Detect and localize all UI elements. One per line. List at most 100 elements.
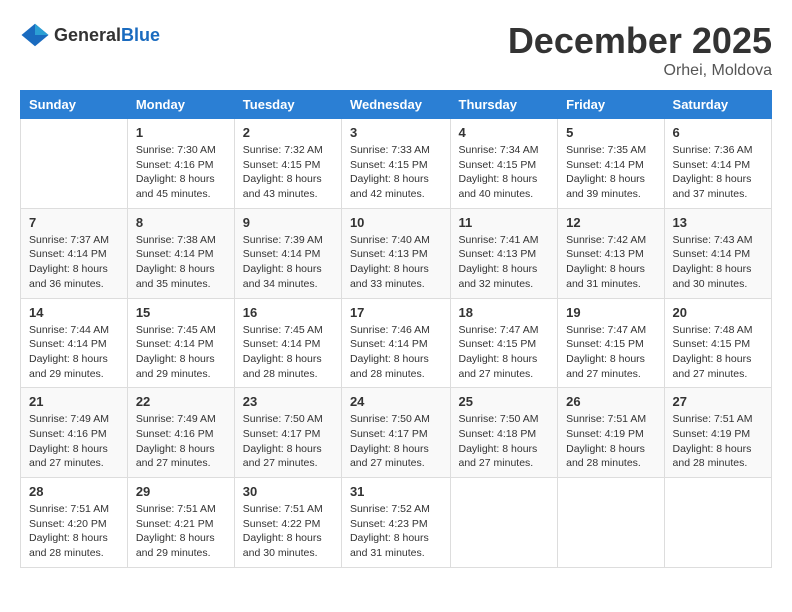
day-number: 16	[243, 305, 333, 320]
day-number: 2	[243, 125, 333, 140]
logo-icon	[20, 20, 50, 50]
calendar-cell: 22 Sunrise: 7:49 AM Sunset: 4:16 PM Dayli…	[127, 388, 234, 478]
day-number: 10	[350, 215, 442, 230]
day-number: 28	[29, 484, 119, 499]
day-number: 15	[136, 305, 226, 320]
day-number: 31	[350, 484, 442, 499]
calendar-cell: 1Sunrise: 7:30 AM Sunset: 4:16 PM Daylig…	[127, 119, 234, 209]
day-info: Sunrise: 7:51 AM Sunset: 4:22 PM Dayligh…	[243, 502, 333, 561]
day-info: Sunrise: 7:44 AM Sunset: 4:14 PM Dayligh…	[29, 323, 119, 382]
calendar-cell: 13 Sunrise: 7:43 AM Sunset: 4:14 PM Dayli…	[664, 208, 771, 298]
day-number: 7	[29, 215, 119, 230]
day-info: Sunrise: 7:48 AM Sunset: 4:15 PM Dayligh…	[673, 323, 763, 382]
day-info: Sunrise: 7:47 AM Sunset: 4:15 PM Dayligh…	[566, 323, 655, 382]
day-info: Sunrise: 7:42 AM Sunset: 4:13 PM Dayligh…	[566, 233, 655, 292]
day-info: Sunrise: 7:36 AM Sunset: 4:14 PM Dayligh…	[673, 143, 763, 202]
logo-text-blue: Blue	[121, 25, 160, 45]
day-info: Sunrise: 7:51 AM Sunset: 4:21 PM Dayligh…	[136, 502, 226, 561]
day-number: 30	[243, 484, 333, 499]
title-section: December 2025 Orhei, Moldova	[508, 20, 772, 80]
calendar-cell: 27 Sunrise: 7:51 AM Sunset: 4:19 PM Dayli…	[664, 388, 771, 478]
calendar-weekday-monday: Monday	[127, 91, 234, 119]
logo: GeneralBlue	[20, 20, 160, 50]
calendar-cell: 20 Sunrise: 7:48 AM Sunset: 4:15 PM Dayli…	[664, 298, 771, 388]
calendar-cell: 4Sunrise: 7:34 AM Sunset: 4:15 PM Daylig…	[450, 119, 558, 209]
day-info: Sunrise: 7:51 AM Sunset: 4:20 PM Dayligh…	[29, 502, 119, 561]
calendar-week-row: 28 Sunrise: 7:51 AM Sunset: 4:20 PM Dayli…	[21, 478, 772, 568]
day-info: Sunrise: 7:32 AM Sunset: 4:15 PM Dayligh…	[243, 143, 333, 202]
day-number: 8	[136, 215, 226, 230]
day-number: 14	[29, 305, 119, 320]
logo-text-general: General	[54, 25, 121, 45]
day-info: Sunrise: 7:52 AM Sunset: 4:23 PM Dayligh…	[350, 502, 442, 561]
calendar-weekday-friday: Friday	[558, 91, 664, 119]
day-number: 4	[459, 125, 550, 140]
calendar-weekday-saturday: Saturday	[664, 91, 771, 119]
calendar-cell: 23 Sunrise: 7:50 AM Sunset: 4:17 PM Dayli…	[234, 388, 341, 478]
calendar-table: SundayMondayTuesdayWednesdayThursdayFrid…	[20, 90, 772, 568]
day-number: 6	[673, 125, 763, 140]
day-info: Sunrise: 7:47 AM Sunset: 4:15 PM Dayligh…	[459, 323, 550, 382]
day-info: Sunrise: 7:39 AM Sunset: 4:14 PM Dayligh…	[243, 233, 333, 292]
calendar-cell: 12Sunrise: 7:42 AM Sunset: 4:13 PM Dayli…	[558, 208, 664, 298]
day-info: Sunrise: 7:51 AM Sunset: 4:19 PM Dayligh…	[673, 412, 763, 471]
day-info: Sunrise: 7:37 AM Sunset: 4:14 PM Dayligh…	[29, 233, 119, 292]
calendar-cell: 16Sunrise: 7:45 AM Sunset: 4:14 PM Dayli…	[234, 298, 341, 388]
calendar-cell: 2 Sunrise: 7:32 AM Sunset: 4:15 PM Daylig…	[234, 119, 341, 209]
day-info: Sunrise: 7:49 AM Sunset: 4:16 PM Dayligh…	[29, 412, 119, 471]
calendar-cell: 6 Sunrise: 7:36 AM Sunset: 4:14 PM Daylig…	[664, 119, 771, 209]
day-info: Sunrise: 7:41 AM Sunset: 4:13 PM Dayligh…	[459, 233, 550, 292]
calendar-cell: 29 Sunrise: 7:51 AM Sunset: 4:21 PM Dayli…	[127, 478, 234, 568]
month-title: December 2025	[508, 20, 772, 62]
day-info: Sunrise: 7:50 AM Sunset: 4:17 PM Dayligh…	[243, 412, 333, 471]
calendar-cell	[664, 478, 771, 568]
calendar-cell: 7 Sunrise: 7:37 AM Sunset: 4:14 PM Daylig…	[21, 208, 128, 298]
day-number: 3	[350, 125, 442, 140]
calendar-weekday-tuesday: Tuesday	[234, 91, 341, 119]
location: Orhei, Moldova	[508, 62, 772, 80]
calendar-cell: 25 Sunrise: 7:50 AM Sunset: 4:18 PM Dayli…	[450, 388, 558, 478]
calendar-cell: 21Sunrise: 7:49 AM Sunset: 4:16 PM Dayli…	[21, 388, 128, 478]
day-info: Sunrise: 7:50 AM Sunset: 4:18 PM Dayligh…	[459, 412, 550, 471]
calendar-week-row: 14 Sunrise: 7:44 AM Sunset: 4:14 PM Dayli…	[21, 298, 772, 388]
day-info: Sunrise: 7:43 AM Sunset: 4:14 PM Dayligh…	[673, 233, 763, 292]
day-number: 5	[566, 125, 655, 140]
day-info: Sunrise: 7:38 AM Sunset: 4:14 PM Dayligh…	[136, 233, 226, 292]
day-number: 18	[459, 305, 550, 320]
calendar-cell	[450, 478, 558, 568]
day-number: 22	[136, 394, 226, 409]
day-number: 17	[350, 305, 442, 320]
calendar-week-row: 1Sunrise: 7:30 AM Sunset: 4:16 PM Daylig…	[21, 119, 772, 209]
calendar-cell: 9Sunrise: 7:39 AM Sunset: 4:14 PM Daylig…	[234, 208, 341, 298]
calendar-cell: 5Sunrise: 7:35 AM Sunset: 4:14 PM Daylig…	[558, 119, 664, 209]
calendar-cell: 10 Sunrise: 7:40 AM Sunset: 4:13 PM Dayli…	[341, 208, 450, 298]
calendar-header-row: SundayMondayTuesdayWednesdayThursdayFrid…	[21, 91, 772, 119]
calendar-cell: 8 Sunrise: 7:38 AM Sunset: 4:14 PM Daylig…	[127, 208, 234, 298]
calendar-cell: 3Sunrise: 7:33 AM Sunset: 4:15 PM Daylig…	[341, 119, 450, 209]
day-info: Sunrise: 7:51 AM Sunset: 4:19 PM Dayligh…	[566, 412, 655, 471]
day-number: 20	[673, 305, 763, 320]
calendar-cell: 15Sunrise: 7:45 AM Sunset: 4:14 PM Dayli…	[127, 298, 234, 388]
calendar-cell	[558, 478, 664, 568]
calendar-weekday-sunday: Sunday	[21, 91, 128, 119]
calendar-cell: 30 Sunrise: 7:51 AM Sunset: 4:22 PM Dayli…	[234, 478, 341, 568]
day-number: 13	[673, 215, 763, 230]
calendar-cell: 24Sunrise: 7:50 AM Sunset: 4:17 PM Dayli…	[341, 388, 450, 478]
calendar-week-row: 7 Sunrise: 7:37 AM Sunset: 4:14 PM Daylig…	[21, 208, 772, 298]
day-number: 11	[459, 215, 550, 230]
calendar-cell: 19 Sunrise: 7:47 AM Sunset: 4:15 PM Dayli…	[558, 298, 664, 388]
calendar-cell: 17Sunrise: 7:46 AM Sunset: 4:14 PM Dayli…	[341, 298, 450, 388]
page-header: GeneralBlue December 2025 Orhei, Moldova	[20, 20, 772, 80]
calendar-week-row: 21Sunrise: 7:49 AM Sunset: 4:16 PM Dayli…	[21, 388, 772, 478]
day-info: Sunrise: 7:50 AM Sunset: 4:17 PM Dayligh…	[350, 412, 442, 471]
day-info: Sunrise: 7:49 AM Sunset: 4:16 PM Dayligh…	[136, 412, 226, 471]
calendar-weekday-thursday: Thursday	[450, 91, 558, 119]
day-number: 19	[566, 305, 655, 320]
day-number: 25	[459, 394, 550, 409]
calendar-cell: 31 Sunrise: 7:52 AM Sunset: 4:23 PM Dayli…	[341, 478, 450, 568]
day-number: 27	[673, 394, 763, 409]
day-info: Sunrise: 7:40 AM Sunset: 4:13 PM Dayligh…	[350, 233, 442, 292]
day-number: 29	[136, 484, 226, 499]
day-number: 23	[243, 394, 333, 409]
calendar-cell: 11 Sunrise: 7:41 AM Sunset: 4:13 PM Dayli…	[450, 208, 558, 298]
